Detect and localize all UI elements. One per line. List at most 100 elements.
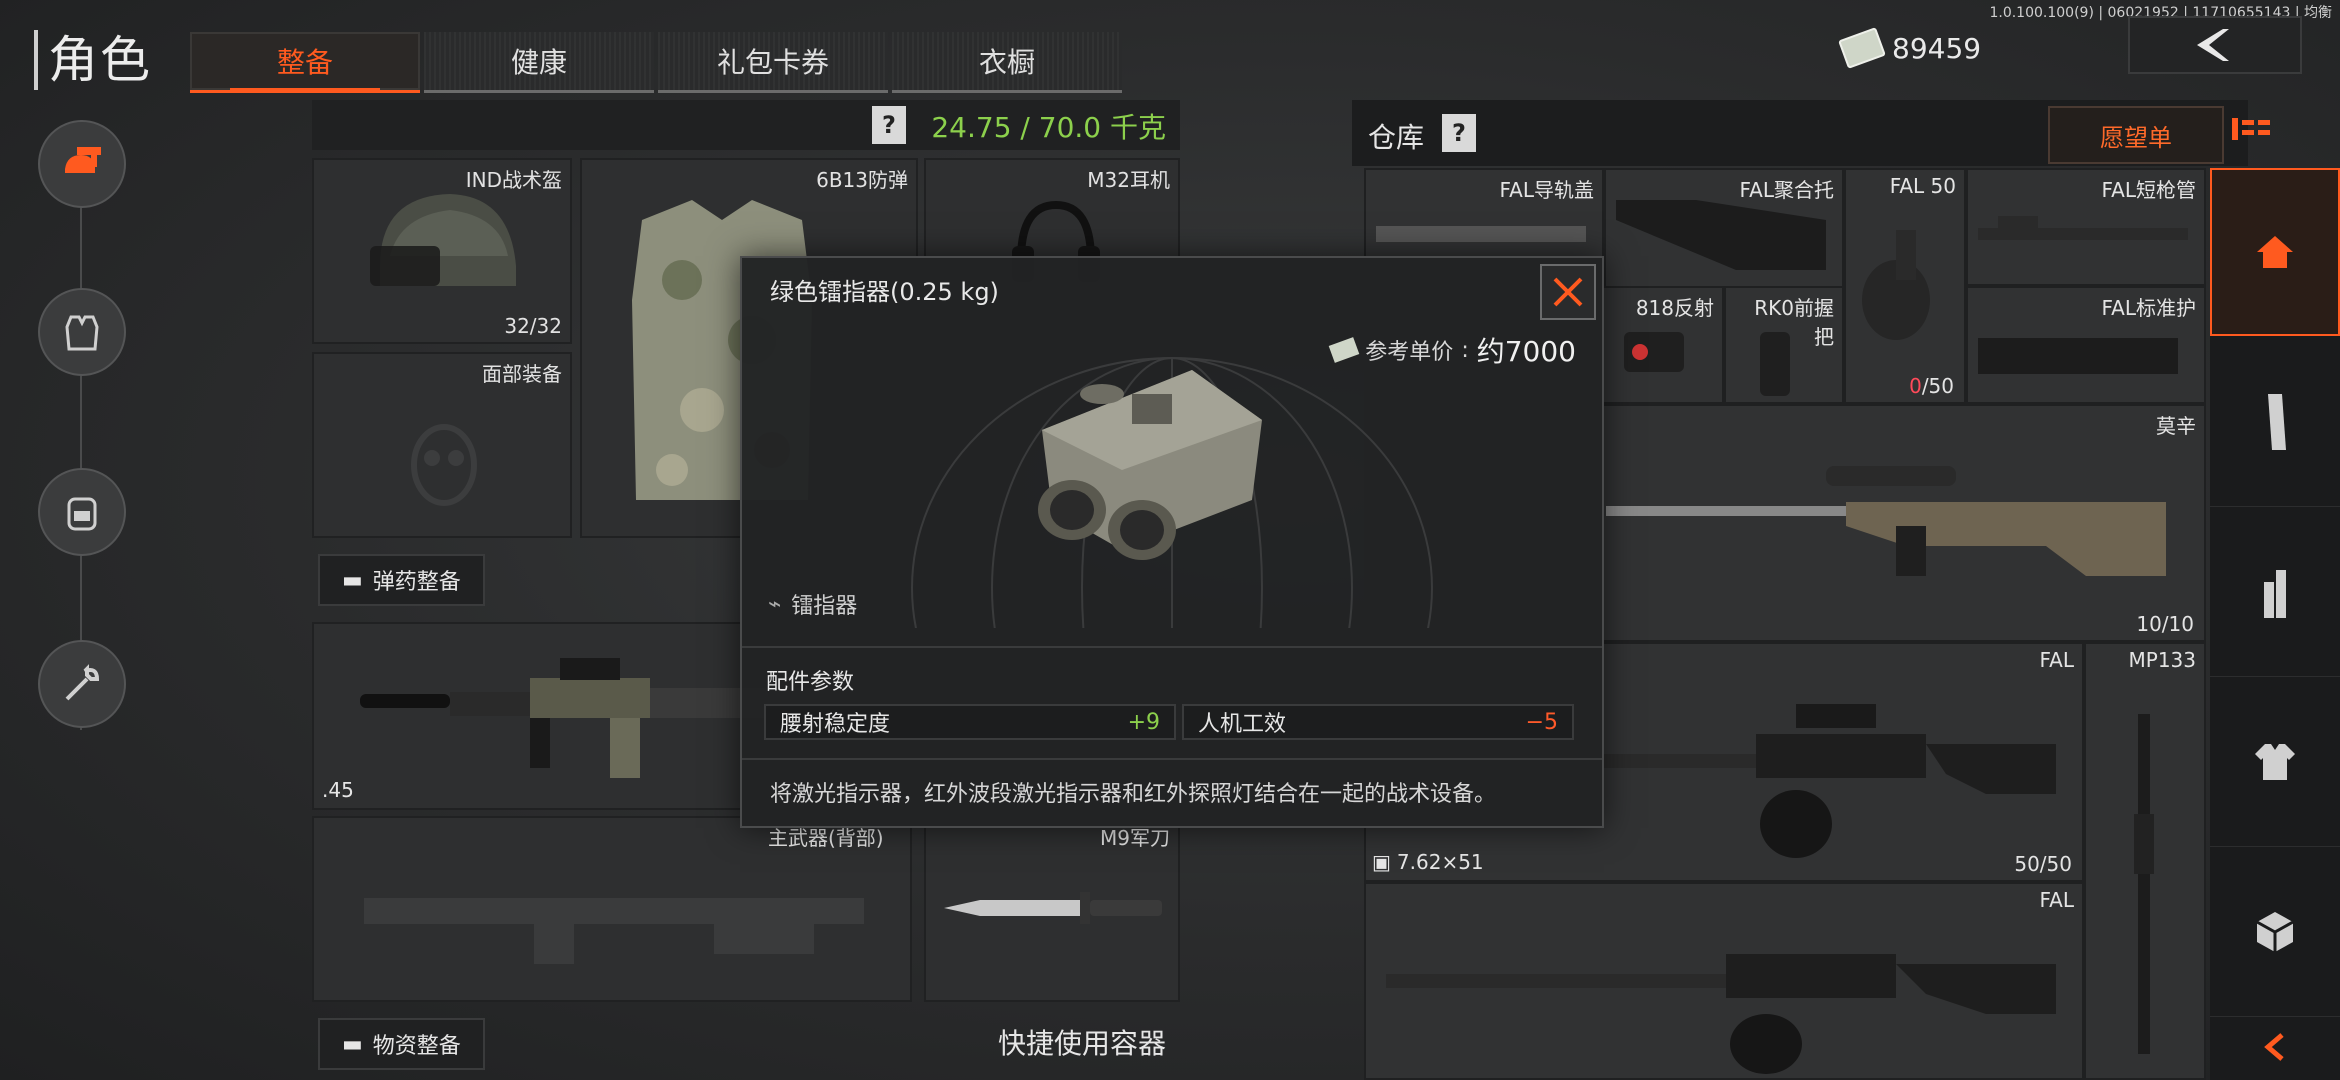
cash-icon — [1838, 27, 1886, 69]
handguard-image — [1978, 338, 2178, 374]
close-icon — [1553, 277, 1583, 307]
home-icon — [2257, 236, 2293, 268]
wishlist-button[interactable]: 愿望单 — [2048, 106, 2224, 164]
magazine-icon — [2268, 394, 2286, 450]
knife-slot[interactable]: M9军刀 — [924, 816, 1180, 1002]
close-button[interactable] — [1540, 264, 1596, 320]
item-fal-short[interactable]: FAL短枪管 — [1966, 168, 2206, 286]
tab-health[interactable]: 健康 — [424, 32, 654, 93]
divider — [742, 758, 1602, 760]
chevron-left-icon — [2264, 1033, 2284, 1061]
param-name: 腰射稳定度 — [780, 712, 891, 737]
currency-amount: 89459 — [1892, 31, 1982, 65]
params-title: 配件参数 — [766, 670, 855, 695]
face-mask-placeholder — [411, 424, 477, 506]
item-description: 将激光指示器，红外波段激光指示器和红外探照灯结合在一起的战术设备。 — [770, 782, 1497, 807]
rail-tools-button[interactable] — [38, 640, 126, 728]
item-label: FAL标准护 — [2101, 296, 2197, 320]
back-weapon-slot[interactable]: 主武器(背部) — [312, 816, 912, 1002]
fal-rifle-image — [1386, 954, 2056, 1074]
bullets-icon — [2264, 570, 2286, 618]
helmet-count: 32/32 — [504, 314, 562, 338]
warehouse-header: 仓库 ? 愿望单 — [1352, 100, 2248, 166]
back-arrow-icon — [2197, 29, 2229, 61]
supply-prep-button[interactable]: ▬ 物资整备 — [318, 1018, 485, 1070]
item-rk0[interactable]: RK0前握 把 — [1724, 286, 1844, 404]
back-button[interactable] — [2128, 16, 2302, 74]
knife-image — [944, 892, 1162, 924]
warehouse-help-button[interactable]: ? — [1442, 114, 1476, 152]
item-label: FAL导轨盖 — [1499, 178, 1595, 202]
item-detail-modal: 绿色镭指器(0.25 kg) 参考单价: 约7000 ⌁ 镭指器 配件参数 腰射… — [740, 256, 1604, 828]
filter-home[interactable] — [2210, 168, 2340, 336]
cash-icon — [1329, 337, 1360, 363]
gun-helmet-icon — [65, 147, 101, 173]
barrel-image — [1978, 216, 2188, 240]
filter-containers[interactable] — [2210, 848, 2340, 1017]
rifle-silhouette — [364, 898, 864, 964]
item-fal-50[interactable]: FAL 50 0/50 — [1844, 168, 1966, 404]
rail-equip-button[interactable] — [38, 120, 126, 208]
tab-wardrobe[interactable]: 衣橱 — [892, 32, 1122, 93]
item-label: 818反射 — [1635, 296, 1714, 320]
item-label: FAL — [2039, 888, 2075, 912]
ammo-prep-label: 弹药整备 — [372, 570, 461, 595]
tab-equip[interactable]: 整备 — [190, 32, 420, 93]
item-fal-guard[interactable]: FAL标准护 — [1966, 286, 2206, 404]
rail-armor-button[interactable] — [38, 288, 126, 376]
item-count: 10/10 — [2136, 612, 2194, 636]
item-reflex[interactable]: 818反射 — [1602, 286, 1724, 404]
tab-bar: 整备 健康 礼包卡券 衣橱 — [190, 32, 1126, 93]
price-row: 参考单价: 约7000 — [1329, 330, 1576, 370]
rail-backpack-button[interactable] — [38, 468, 126, 556]
armor-label: 6B13防弹 — [816, 168, 908, 192]
tab-gifts[interactable]: 礼包卡券 — [658, 32, 888, 93]
category-label: 镭指器 — [791, 594, 858, 619]
ammo-prep-button[interactable]: ▬ 弹药整备 — [318, 554, 485, 606]
helmet-image — [370, 194, 516, 286]
shirt-icon — [2255, 744, 2295, 780]
attachment-icon: ⌁ — [768, 591, 782, 617]
price-colon: : — [1461, 337, 1469, 363]
sniper-rifle-image — [1606, 466, 2166, 576]
collapse-button[interactable] — [2210, 1014, 2340, 1080]
face-slot[interactable]: 面部装备 — [312, 352, 572, 538]
param-value: +9 — [1127, 709, 1160, 735]
filter-clothing[interactable] — [2210, 678, 2340, 847]
item-label: FAL聚合托 — [1739, 178, 1835, 202]
drum-mag-image — [1862, 230, 1930, 340]
filter-ammo[interactable] — [2210, 508, 2340, 677]
laser-device-image — [1038, 370, 1262, 560]
item-fal-b[interactable]: FAL — [1364, 882, 2084, 1080]
item-label: FAL短枪管 — [2101, 178, 2197, 202]
rail-image — [1376, 226, 1586, 242]
ammo-icon: ▬ — [342, 567, 363, 593]
rail-line — [80, 120, 82, 730]
param-hip-stability: 腰射稳定度 +9 — [764, 704, 1176, 740]
cube-icon — [2256, 912, 2294, 952]
helmet-slot[interactable]: IND战术盔 32/32 — [312, 158, 572, 344]
price-value: 约7000 — [1476, 335, 1576, 368]
item-label: MP133 — [2128, 648, 2197, 672]
filter-magazines[interactable] — [2210, 338, 2340, 507]
face-label: 面部装备 — [482, 362, 562, 386]
weight-help-button[interactable]: ? — [872, 106, 906, 144]
item-label: RK0前握 把 — [1754, 296, 1834, 349]
reflex-sight-image — [1624, 332, 1684, 372]
item-mp133[interactable]: MP133 — [2084, 642, 2206, 1080]
vest-icon — [65, 315, 99, 351]
param-value: −5 — [1525, 709, 1558, 735]
backpack-icon — [67, 497, 97, 531]
weight-value: 24.75 / 70.0 千克 — [931, 111, 1166, 144]
ammo-type: ▣ 7.62×51 — [1372, 850, 1484, 874]
helmet-label: IND战术盔 — [465, 168, 562, 192]
weight-bar: ? 24.75 / 70.0 千克 — [312, 100, 1180, 150]
item-count: 0/50 — [1909, 374, 1954, 398]
menu-icon[interactable] — [2232, 116, 2278, 146]
item-label: FAL 50 — [1889, 174, 1956, 198]
param-ergonomics: 人机工效 −5 — [1182, 704, 1574, 740]
category-row: ⌁ 镭指器 — [768, 588, 857, 620]
currency-display: 89459 — [1838, 27, 1982, 69]
item-title: 绿色镭指器(0.25 kg) — [770, 278, 999, 306]
supply-prep-label: 物资整备 — [372, 1034, 461, 1059]
